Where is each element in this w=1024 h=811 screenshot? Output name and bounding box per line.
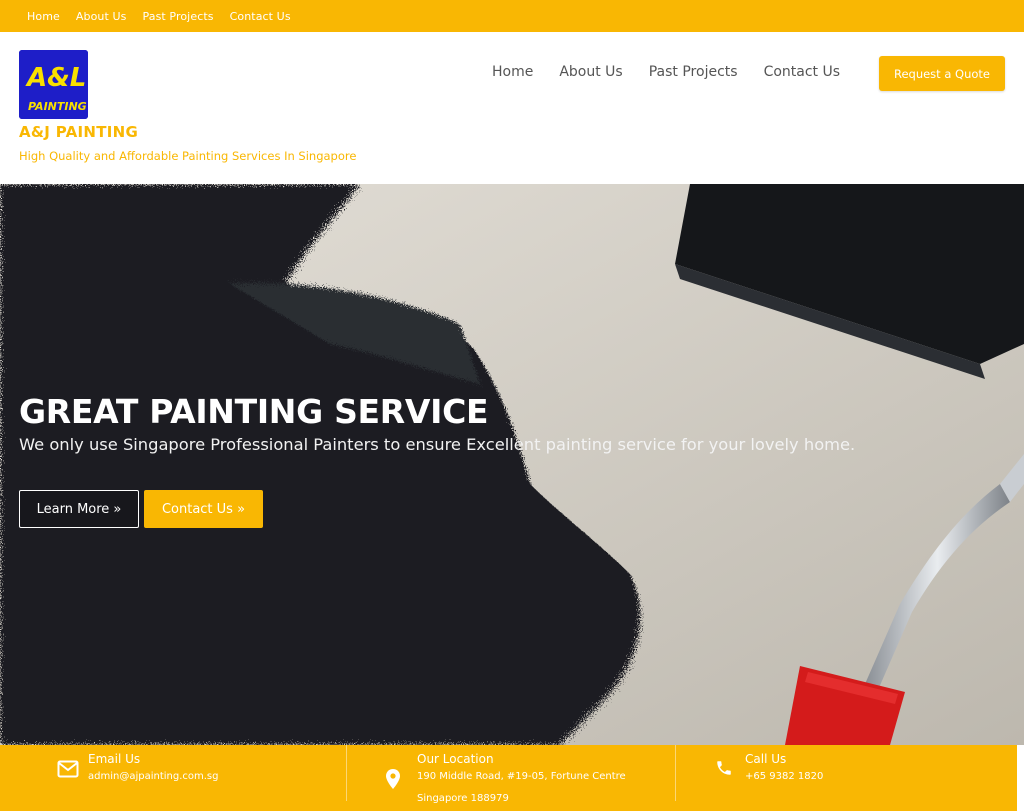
phone-icon [717,761,731,775]
email-title: Email Us [88,752,141,766]
phone-number[interactable]: +65 9382 1820 [745,771,823,782]
hero-subtitle: We only use Singapore Professional Paint… [19,435,856,454]
top-nav-about-us[interactable]: About Us [76,10,127,23]
top-nav-home[interactable]: Home [27,10,60,23]
top-nav-contact-us[interactable]: Contact Us [230,10,291,23]
main-nav-about-us[interactable]: About Us [559,64,622,80]
hero-contact-us-button[interactable]: Contact Us » [144,490,263,528]
call-title: Call Us [745,752,787,766]
map-pin-icon [386,769,400,789]
location-address-line-1: 190 Middle Road, #19-05, Fortune Centre [417,771,626,782]
hero-banner: GREAT PAINTING SERVICE We only use Singa… [0,184,1024,745]
contact-info-bar: Email Us admin@ajpainting.com.sg Our Loc… [0,745,1024,811]
site-title[interactable]: A&J PAINTING [19,123,138,141]
hero-title: GREAT PAINTING SERVICE [19,392,489,431]
location-title: Our Location [417,752,494,766]
top-utility-nav: Home About Us Past Projects Contact Us [0,0,1024,32]
main-nav-past-projects[interactable]: Past Projects [649,64,738,80]
learn-more-button[interactable]: Learn More » [19,490,139,528]
logo-graphic: A&L PAINTING [19,50,88,119]
hero-background-image [0,184,1024,745]
logo-text-top: A&L [25,63,86,93]
email-info[interactable]: Email Us admin@ajpainting.com.sg [0,745,346,811]
request-quote-button[interactable]: Request a Quote [879,56,1005,91]
site-tagline: High Quality and Affordable Painting Ser… [19,149,357,163]
main-nav-contact-us[interactable]: Contact Us [764,64,840,80]
main-nav: Home About Us Past Projects Contact Us [492,64,840,80]
location-info: Our Location 190 Middle Road, #19-05, Fo… [347,745,675,811]
page-edge-gap [1017,745,1024,811]
logo-text-bottom: PAINTING [28,100,87,113]
call-info[interactable]: Call Us +65 9382 1820 [676,745,1017,811]
envelope-icon [57,760,79,778]
top-nav-past-projects[interactable]: Past Projects [143,10,214,23]
site-header: A&L PAINTING A&J PAINTING High Quality a… [0,32,1024,184]
main-nav-home[interactable]: Home [492,64,533,80]
site-logo[interactable]: A&L PAINTING [19,50,88,119]
location-address-line-2: Singapore 188979 [417,793,509,804]
email-address[interactable]: admin@ajpainting.com.sg [88,771,219,782]
